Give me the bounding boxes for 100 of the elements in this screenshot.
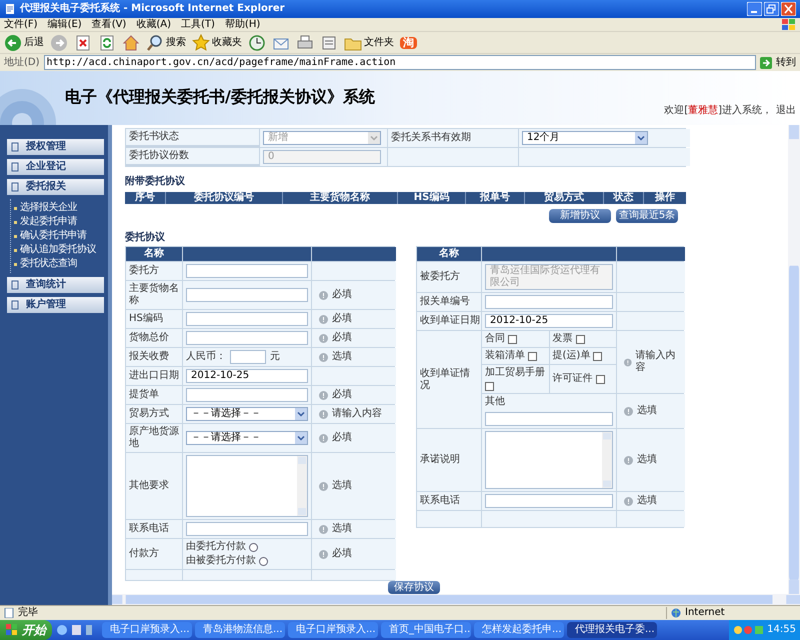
go-arrow-icon[interactable] <box>760 56 772 68</box>
input-field[interactable] <box>230 350 266 364</box>
radio-button[interactable] <box>249 542 258 552</box>
home-icon[interactable] <box>122 34 140 52</box>
input-field[interactable] <box>186 312 308 326</box>
currency-label: 人民币： <box>186 351 226 363</box>
info-icon <box>319 434 328 442</box>
input-field[interactable]: 2012-10-25 <box>485 314 613 328</box>
input-field[interactable]: 2012-10-25 <box>186 369 308 383</box>
taskbar-button[interactable]: 首页_中国电子口... <box>381 622 471 638</box>
checkbox[interactable] <box>576 334 584 344</box>
star-icon[interactable] <box>192 34 210 52</box>
menu-item[interactable]: 工具(T) <box>181 18 215 30</box>
hint-text: 必填 <box>332 289 352 301</box>
table-cell: 委托书状态 <box>126 129 259 145</box>
sidebar-link[interactable]: 选择报关企业 <box>20 202 77 214</box>
checkbox[interactable] <box>593 352 602 360</box>
input-field[interactable] <box>186 331 308 345</box>
input-field[interactable] <box>485 295 613 309</box>
header-cell <box>617 247 685 261</box>
input-field[interactable] <box>186 288 308 302</box>
dropdown[interactable]: －－请选择－－ <box>186 407 308 421</box>
bullet-icon <box>14 248 17 252</box>
menu-item[interactable]: 帮助(H) <box>224 18 260 30</box>
toolbar-label[interactable]: 文件夹 <box>364 36 394 48</box>
stop-icon[interactable] <box>74 34 92 52</box>
toolbar-label[interactable]: 收藏夹 <box>212 36 242 48</box>
taskbar-button[interactable]: 电子口岸预录入... <box>102 622 192 638</box>
action-button[interactable]: 新增协议 <box>549 209 611 223</box>
dropdown[interactable]: －－请选择－－ <box>186 431 308 445</box>
hint-text: 选填 <box>637 405 657 417</box>
menu-item[interactable]: 收藏(A) <box>136 18 171 30</box>
table-cell: 委托方 <box>126 262 182 280</box>
column-header: 序号 <box>125 192 166 204</box>
taskbar-button[interactable]: 怎样发起委托申... <box>474 622 564 638</box>
section-title: 委托协议 <box>125 232 166 244</box>
input-field[interactable] <box>485 494 613 508</box>
radio-button[interactable] <box>259 556 268 566</box>
checkbox[interactable] <box>528 352 537 360</box>
menu-item[interactable]: 编辑(E) <box>48 18 82 30</box>
input-field[interactable] <box>485 412 613 426</box>
checkbox-label: 许可证件 <box>552 373 592 385</box>
document-icon[interactable] <box>320 34 338 52</box>
taskbar-button[interactable]: 代理报关电子委... <box>567 622 657 638</box>
hint-text: 请输入内容 <box>636 350 677 374</box>
restore-icon[interactable] <box>764 2 779 16</box>
logout-link[interactable]: 退出 <box>776 105 796 117</box>
sidebar-group[interactable]: 账户管理 <box>7 297 104 313</box>
toolbar-label[interactable]: 搜索 <box>166 36 186 48</box>
sidebar-link[interactable]: 发起委托申请 <box>20 216 77 228</box>
toolbar-label[interactable]: 后退 <box>24 36 44 48</box>
column-header: 委托协议编号 <box>166 192 283 204</box>
sidebar-link[interactable]: 委托状态查询 <box>20 258 77 270</box>
sidebar-group[interactable]: 查询统计 <box>7 277 104 293</box>
action-button[interactable]: 查询最近5条 <box>616 209 678 223</box>
refresh-icon[interactable] <box>98 34 116 52</box>
column-header: 报单号 <box>466 192 525 204</box>
windows-logo-icon <box>6 624 18 636</box>
table-cell: 联系电话 <box>126 520 182 538</box>
taskbar-button[interactable]: 青岛港物流信息... <box>195 622 285 638</box>
vertical-scrollbar[interactable] <box>788 125 800 594</box>
go-button[interactable]: 转到 <box>776 56 796 68</box>
clock-icon[interactable] <box>248 34 266 52</box>
address-field[interactable]: http://acd.chinaport.gov.cn/acd/pageframe/mainFrame.action <box>44 55 756 70</box>
menu-item[interactable]: 查看(V) <box>92 18 126 30</box>
bullet-icon <box>14 220 17 224</box>
taskbar-button[interactable]: 电子口岸预录入... <box>288 622 378 638</box>
minimize-icon[interactable] <box>747 2 762 16</box>
sidebar-group[interactable]: 企业登记 <box>7 159 104 175</box>
sidebar-group[interactable]: 授权管理 <box>7 139 104 155</box>
menu-item[interactable]: 文件(F) <box>4 18 38 30</box>
sidebar-link[interactable]: 确认追加委托协议 <box>20 244 96 256</box>
column-header: 名称 <box>126 247 182 261</box>
checkbox[interactable] <box>485 382 494 391</box>
sidebar-link[interactable]: 确认委托书申请 <box>20 230 86 242</box>
info-icon <box>319 482 328 490</box>
search-icon[interactable] <box>146 34 164 52</box>
info-icon <box>624 406 633 416</box>
close-icon[interactable] <box>781 2 796 16</box>
checkbox-label: 合同 <box>485 333 505 345</box>
zone-text: Internet <box>685 607 725 619</box>
table-cell: 收到单证日期 <box>417 312 481 330</box>
page-icon <box>4 608 14 618</box>
sidebar-group[interactable]: 委托报关 <box>7 179 104 195</box>
horizontal-scrollbar[interactable] <box>112 594 800 605</box>
checkbox[interactable] <box>596 374 604 384</box>
table-cell: 报关单编号 <box>417 293 481 311</box>
checkbox-label: 提(运)单 <box>552 350 590 362</box>
printer-icon[interactable] <box>296 34 314 52</box>
page-icon <box>4 3 16 15</box>
input-field[interactable] <box>186 522 308 536</box>
hint-text: 选填 <box>637 454 657 466</box>
table-cell: 贸易方式 <box>126 405 182 423</box>
save-button[interactable]: 保存协议 <box>388 581 440 594</box>
input-field[interactable] <box>186 388 308 402</box>
checkbox[interactable] <box>508 334 517 344</box>
windows-logo-icon <box>782 18 796 30</box>
input-field[interactable] <box>186 264 308 278</box>
hint-text: 选填 <box>637 495 657 507</box>
table-cell: 货物总价 <box>126 329 182 347</box>
